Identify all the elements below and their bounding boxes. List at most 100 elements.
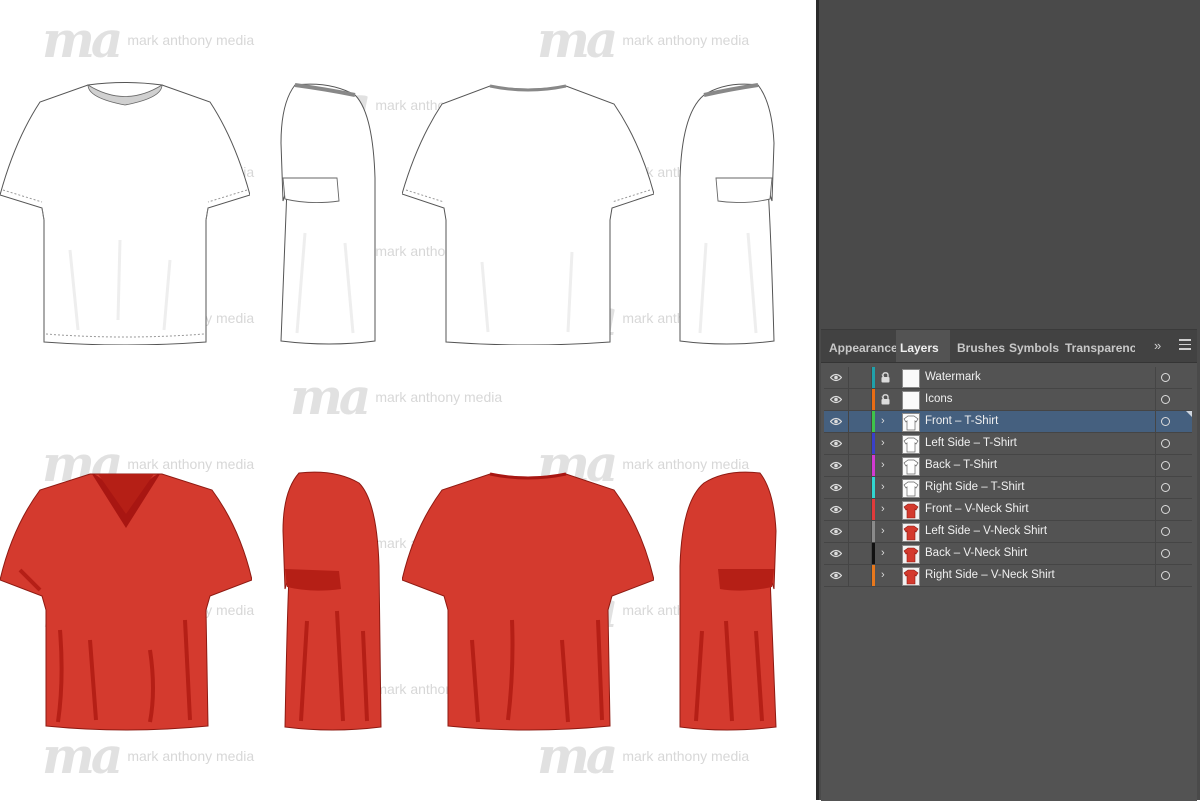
watermark: mamark anthony media: [290, 367, 503, 426]
chevron-right-icon[interactable]: ›: [881, 525, 885, 537]
target-circle[interactable]: [1155, 565, 1192, 586]
watermark: mamark anthony media: [42, 726, 255, 785]
vneck-front-drawing[interactable]: [0, 470, 252, 732]
layer-thumbnail: [902, 457, 920, 476]
target-circle[interactable]: [1155, 367, 1192, 388]
double-chevron-icon[interactable]: »: [1154, 338, 1161, 353]
layer-row[interactable]: › Watermark: [824, 367, 1192, 389]
watermark: mamark anthony media: [537, 10, 750, 69]
chevron-right-icon[interactable]: ›: [881, 547, 885, 559]
layer-color-swatch: [872, 389, 875, 410]
layers-list: › Watermark › Icons › Front – T-Shirt › Left Si…: [824, 367, 1192, 587]
eye-icon: [830, 461, 842, 470]
tshirt-back-drawing[interactable]: [402, 82, 654, 345]
vneck-right-side-drawing[interactable]: [676, 471, 780, 732]
layer-thumbnail: [902, 369, 920, 388]
tab-brushes[interactable]: Brushes: [953, 330, 1009, 362]
layer-row[interactable]: › Back – V-Neck Shirt: [824, 543, 1192, 565]
layer-row[interactable]: › Icons: [824, 389, 1192, 411]
layer-name[interactable]: Right Side – V-Neck Shirt: [925, 565, 1055, 586]
layer-name[interactable]: Watermark: [925, 367, 981, 388]
layer-name[interactable]: Back – V-Neck Shirt: [925, 543, 1027, 564]
visibility-toggle[interactable]: [824, 521, 849, 542]
tab-appearance[interactable]: Appearance: [825, 330, 901, 362]
tab-symbols[interactable]: Symbols: [1005, 330, 1065, 362]
visibility-toggle[interactable]: [824, 433, 849, 454]
lock-toggle[interactable]: [849, 433, 872, 454]
target-circle[interactable]: [1155, 499, 1192, 520]
target-circle[interactable]: [1155, 389, 1192, 410]
visibility-toggle[interactable]: [824, 367, 849, 388]
layer-color-swatch: [872, 499, 875, 520]
layer-row[interactable]: › Back – T-Shirt: [824, 455, 1192, 477]
visibility-toggle[interactable]: [824, 389, 849, 410]
layer-thumbnail: [902, 413, 920, 432]
layer-thumbnail: [902, 391, 920, 410]
vneck-left-side-drawing[interactable]: [277, 471, 383, 732]
visibility-toggle[interactable]: [824, 411, 849, 432]
layer-color-swatch: [872, 367, 875, 388]
target-circle[interactable]: [1155, 477, 1192, 498]
chevron-right-icon[interactable]: ›: [881, 393, 885, 405]
target-circle[interactable]: [1155, 521, 1192, 542]
layer-thumbnail: [902, 479, 920, 498]
lock-toggle[interactable]: [849, 389, 890, 410]
chevron-right-icon[interactable]: ›: [881, 415, 885, 427]
chevron-right-icon[interactable]: ›: [881, 459, 885, 471]
circle-icon: [1161, 461, 1170, 470]
lock-toggle[interactable]: [849, 477, 872, 498]
chevron-right-icon[interactable]: ›: [881, 503, 885, 515]
layer-row[interactable]: › Right Side – V-Neck Shirt: [824, 565, 1192, 587]
eye-icon: [830, 439, 842, 448]
visibility-toggle[interactable]: [824, 455, 849, 476]
tab-transparency[interactable]: Transparency: [1061, 330, 1135, 362]
target-circle[interactable]: [1155, 455, 1192, 476]
layer-row[interactable]: › Front – T-Shirt: [824, 411, 1192, 433]
layer-row[interactable]: › Left Side – V-Neck Shirt: [824, 521, 1192, 543]
layer-name[interactable]: Front – T-Shirt: [925, 411, 998, 432]
layer-row[interactable]: › Right Side – T-Shirt: [824, 477, 1192, 499]
chevron-right-icon[interactable]: ›: [881, 569, 885, 581]
lock-toggle[interactable]: [849, 367, 890, 388]
eye-icon: [830, 549, 842, 558]
vneck-back-drawing[interactable]: [402, 470, 654, 732]
layer-name[interactable]: Right Side – T-Shirt: [925, 477, 1025, 498]
layer-thumbnail: [902, 545, 920, 564]
eye-icon: [830, 373, 842, 382]
layer-name[interactable]: Left Side – T-Shirt: [925, 433, 1017, 454]
lock-toggle[interactable]: [849, 411, 872, 432]
target-circle[interactable]: [1155, 411, 1192, 432]
target-circle[interactable]: [1155, 543, 1192, 564]
visibility-toggle[interactable]: [824, 565, 849, 586]
visibility-toggle[interactable]: [824, 543, 849, 564]
selection-indicator: [1186, 411, 1192, 417]
circle-icon: [1161, 571, 1170, 580]
circle-icon: [1161, 527, 1170, 536]
chevron-right-icon[interactable]: ›: [881, 371, 885, 383]
layer-thumbnail: [902, 435, 920, 454]
hamburger-menu-icon[interactable]: [1179, 339, 1191, 351]
layer-name[interactable]: Back – T-Shirt: [925, 455, 997, 476]
target-circle[interactable]: [1155, 433, 1192, 454]
visibility-toggle[interactable]: [824, 499, 849, 520]
layer-color-swatch: [872, 477, 875, 498]
artboard-canvas[interactable]: ma mark anthony media ma mark anthony medi…: [0, 0, 816, 800]
layer-name[interactable]: Left Side – V-Neck Shirt: [925, 521, 1047, 542]
tshirt-left-side-drawing[interactable]: [275, 83, 380, 345]
layer-row[interactable]: › Front – V-Neck Shirt: [824, 499, 1192, 521]
layer-name[interactable]: Front – V-Neck Shirt: [925, 499, 1029, 520]
layer-row[interactable]: › Left Side – T-Shirt: [824, 433, 1192, 455]
chevron-right-icon[interactable]: ›: [881, 437, 885, 449]
lock-toggle[interactable]: [849, 565, 872, 586]
lock-toggle[interactable]: [849, 455, 872, 476]
tshirt-right-side-drawing[interactable]: [676, 83, 778, 345]
layer-name[interactable]: Icons: [925, 389, 953, 410]
tshirt-front-drawing[interactable]: [0, 80, 250, 345]
tab-layers[interactable]: Layers: [896, 330, 950, 362]
lock-toggle[interactable]: [849, 543, 872, 564]
lock-toggle[interactable]: [849, 499, 872, 520]
chevron-right-icon[interactable]: ›: [881, 481, 885, 493]
lock-toggle[interactable]: [849, 521, 872, 542]
layer-color-swatch: [872, 455, 875, 476]
visibility-toggle[interactable]: [824, 477, 849, 498]
